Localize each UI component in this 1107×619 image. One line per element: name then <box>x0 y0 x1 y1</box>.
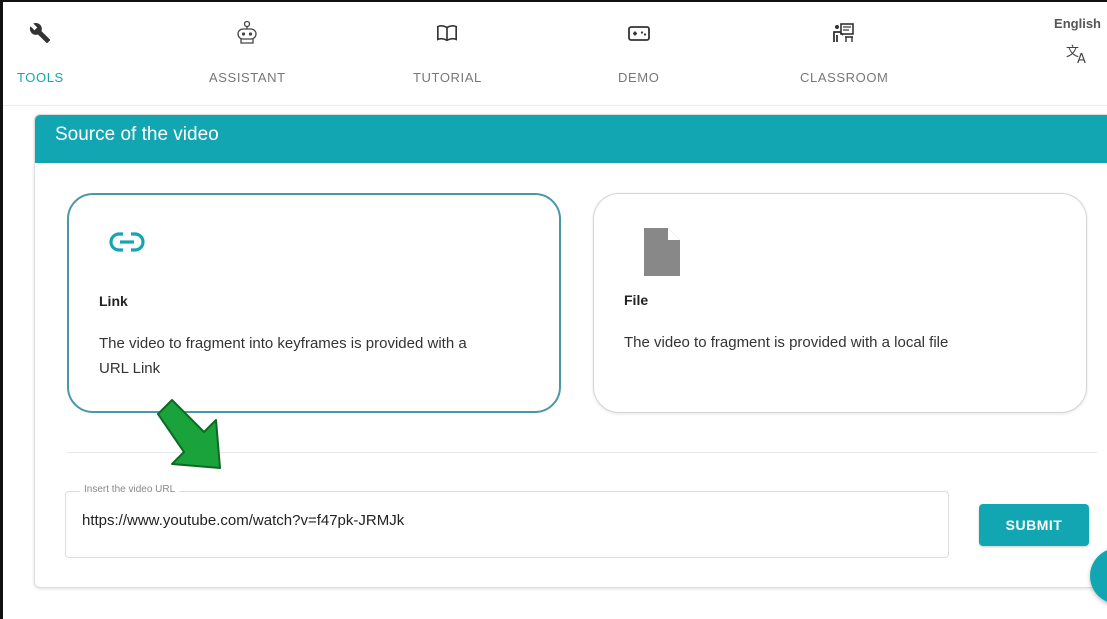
robot-icon <box>234 20 260 46</box>
source-option-link[interactable]: Link The video to fragment into keyframe… <box>67 193 561 413</box>
svg-text:A: A <box>1077 52 1086 65</box>
video-source-card: Source of the video Link The video to fr… <box>34 114 1107 588</box>
nav-item-demo[interactable]: DEMO <box>618 20 659 85</box>
book-icon <box>434 20 460 46</box>
nav-label-demo: DEMO <box>618 70 660 85</box>
option-file-title: File <box>624 292 649 308</box>
top-nav: TOOLS ASSISTANT TUTORIAL DEMO CLASSROOM … <box>3 2 1107 106</box>
nav-label-tools: TOOLS <box>17 70 64 85</box>
nav-label-classroom: CLASSROOM <box>800 70 889 85</box>
green-arrow-icon <box>157 399 221 469</box>
video-url-field[interactable]: Insert the video URL <box>65 484 949 558</box>
language-label: English <box>1054 16 1101 31</box>
translate-icon[interactable]: 文A <box>1066 43 1090 71</box>
language-selector[interactable]: English 文A <box>1054 16 1101 71</box>
link-icon <box>109 231 145 258</box>
nav-label-assistant: ASSISTANT <box>209 70 286 85</box>
option-link-description: The video to fragment into keyframes is … <box>99 335 467 377</box>
nav-item-tutorial[interactable]: TUTORIAL <box>413 20 482 85</box>
video-url-label: Insert the video URL <box>80 484 180 495</box>
option-link-title: Link <box>99 293 128 309</box>
wrench-icon <box>27 20 53 46</box>
file-icon <box>642 226 682 283</box>
gamepad-icon <box>626 20 652 46</box>
option-file-description: The video to fragment is provided with a… <box>624 334 949 351</box>
source-option-file[interactable]: File The video to fragment is provided w… <box>593 193 1087 413</box>
submit-button[interactable]: SUBMIT <box>979 504 1089 546</box>
nav-item-classroom[interactable]: CLASSROOM <box>800 20 888 85</box>
nav-label-tutorial: TUTORIAL <box>413 70 482 85</box>
nav-item-assistant[interactable]: ASSISTANT <box>209 20 286 85</box>
card-title: Source of the video <box>35 115 1107 163</box>
classroom-icon <box>831 20 857 46</box>
nav-item-tools[interactable]: TOOLS <box>17 20 64 85</box>
video-url-input[interactable] <box>82 512 922 529</box>
